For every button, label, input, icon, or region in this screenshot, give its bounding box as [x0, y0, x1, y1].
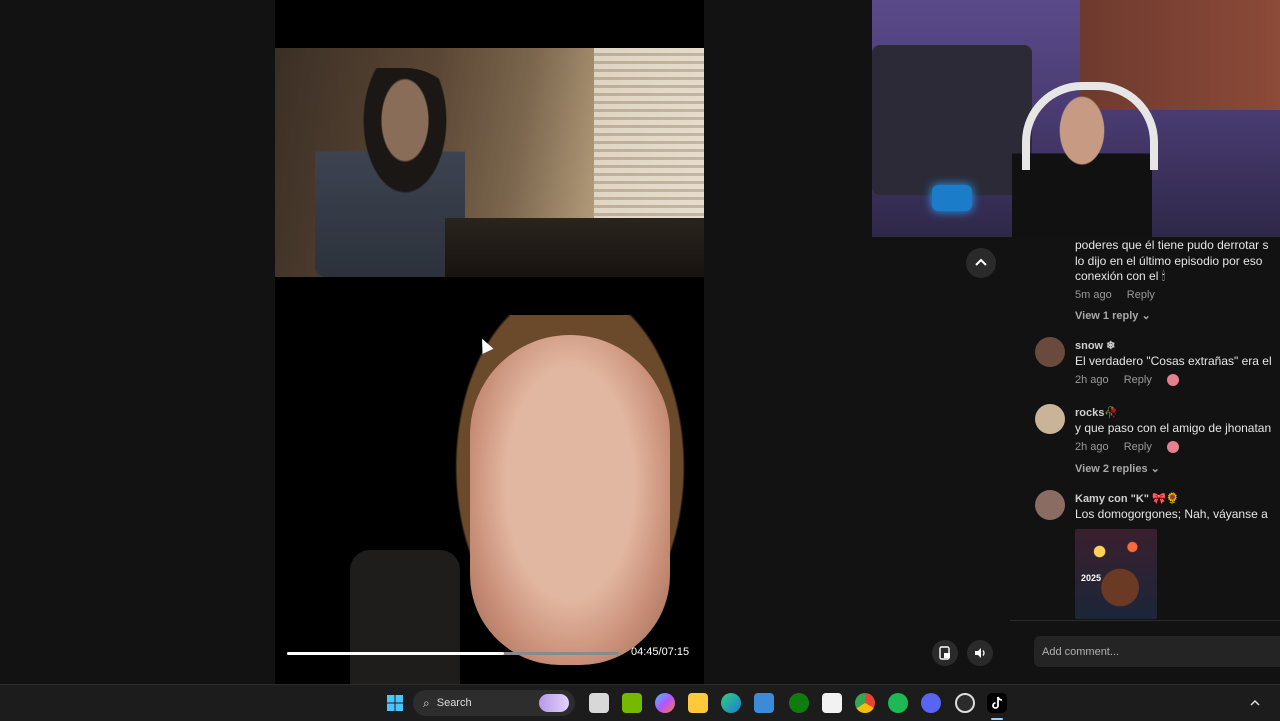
video-desk: [445, 218, 704, 277]
copilot-icon[interactable]: [655, 693, 675, 713]
avatar[interactable]: [1035, 337, 1065, 367]
nvidia-icon[interactable]: [622, 693, 642, 713]
comment-text: poderes que él tiene pudo derrotar s: [1075, 238, 1269, 252]
edge-icon[interactable]: [721, 693, 741, 713]
comments-divider: [1010, 620, 1280, 621]
avatar[interactable]: [1035, 404, 1065, 434]
comment-author[interactable]: snow ❄: [1075, 339, 1115, 352]
volume-icon: [975, 648, 985, 658]
file-explorer-icon[interactable]: [688, 693, 708, 713]
chrome-icon[interactable]: [855, 693, 875, 713]
creator-liked-icon: [1166, 374, 1179, 387]
webcam-glove: [932, 185, 972, 211]
comment-time: 2h ago: [1075, 374, 1109, 386]
comment-meta: 2h ago Reply: [1075, 441, 1191, 454]
webcam-couch: [872, 45, 1032, 195]
comment-time: 5m ago: [1075, 289, 1112, 301]
comment-text: lo dijo en el último episodio por eso: [1075, 254, 1263, 268]
notepad-icon[interactable]: [822, 693, 842, 713]
comment-meta: 2h ago Reply: [1075, 374, 1191, 387]
store-icon[interactable]: [754, 693, 774, 713]
chevron-down-icon: ⌄: [1141, 310, 1151, 322]
video-person-top: [315, 68, 465, 277]
volume-button[interactable]: [967, 640, 993, 666]
reply-button[interactable]: Reply: [1124, 441, 1152, 453]
view-replies-button[interactable]: View 1 reply ⌄: [1075, 309, 1151, 322]
comment-text: y que paso con el amigo de jhonatan: [1075, 421, 1272, 435]
playback-time: 04:45/07:15: [631, 646, 690, 658]
progress-fill: [287, 652, 505, 655]
pip-button[interactable]: [932, 640, 958, 666]
picture-in-picture-icon: [939, 646, 950, 660]
scroll-up-button[interactable]: [966, 248, 996, 278]
comment-text: Los domogorgones; Nah, váyanse a: [1075, 507, 1268, 521]
progress-bar[interactable]: [287, 652, 619, 655]
search-highlight-icon: [539, 694, 569, 712]
add-comment-input[interactable]: [1034, 636, 1280, 667]
view-replies-label: View 2 replies: [1075, 463, 1148, 475]
comment-text: conexión con el 🕯: [1075, 269, 1166, 283]
sticker-year: 2025: [1081, 573, 1102, 583]
task-view-icon[interactable]: [589, 693, 609, 713]
avatar[interactable]: [1035, 490, 1065, 520]
discord-icon[interactable]: [921, 693, 941, 713]
search-label: Search: [436, 697, 472, 709]
comment-sticker-image[interactable]: 2025: [1075, 529, 1157, 619]
video-frame-top: [275, 48, 704, 277]
windows-start-icon[interactable]: [385, 693, 405, 713]
comment-time: 2h ago: [1075, 441, 1109, 453]
comment-text: El verdadero "Cosas extrañas" era el: [1075, 354, 1272, 368]
spotify-icon[interactable]: [888, 693, 908, 713]
taskbar-search[interactable]: ⌕ Search: [413, 690, 575, 716]
chevron-up-icon: [975, 258, 987, 266]
chevron-down-icon: ⌄: [1150, 463, 1160, 475]
comments-panel[interactable]: poderes que él tiene pudo derrotar s lo …: [1010, 237, 1280, 620]
tiktok-icon[interactable]: [987, 693, 1007, 713]
reply-button[interactable]: Reply: [1124, 374, 1152, 386]
search-icon: ⌕: [423, 695, 430, 710]
taskbar: ⌕ Search: [0, 684, 1280, 721]
comment-meta: 5m ago Reply: [1075, 289, 1167, 301]
creator-liked-icon: [1166, 441, 1179, 454]
tray-chevron-up-icon[interactable]: [1245, 693, 1265, 713]
xbox-icon[interactable]: [789, 693, 809, 713]
comment-author[interactable]: rocks🥀: [1075, 406, 1118, 419]
webcam-overlay: [872, 0, 1280, 237]
obs-icon[interactable]: [955, 693, 975, 713]
view-replies-label: View 1 reply: [1075, 310, 1139, 322]
video-face: [470, 335, 670, 665]
reply-button[interactable]: Reply: [1127, 289, 1155, 301]
view-replies-button[interactable]: View 2 replies ⌄: [1075, 462, 1160, 475]
comment-author[interactable]: Kamy con "K" 🎀🌻: [1075, 492, 1179, 505]
